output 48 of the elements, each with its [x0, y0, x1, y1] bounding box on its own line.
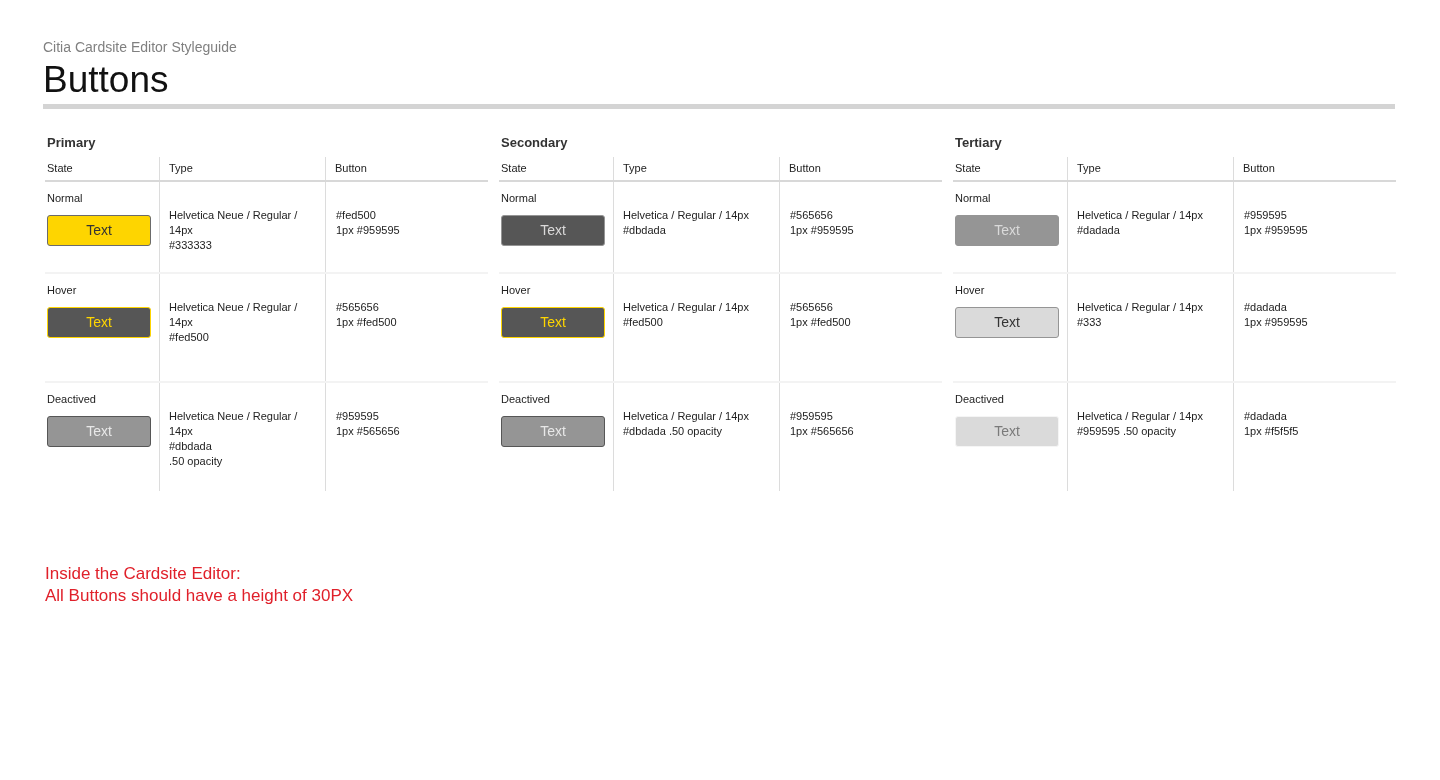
state-label: Deactived — [47, 392, 96, 407]
type-spec: Helvetica / Regular / 14px #dbdada — [623, 208, 750, 238]
column-header: Type — [169, 161, 193, 177]
column-header: Button — [789, 161, 821, 177]
column-header: Button — [1243, 161, 1275, 177]
type-spec: Helvetica / Regular / 14px #333 — [1077, 300, 1204, 330]
type-spec: Helvetica / Regular / 14px #dadada — [1077, 208, 1204, 238]
button-spec: #565656 1px #fed500 — [790, 300, 851, 330]
state-label: Normal — [501, 191, 537, 206]
section-title: Primary — [46, 134, 96, 152]
button-spec: #959595 1px #959595 — [1244, 208, 1308, 238]
page-title: Buttons — [43, 58, 169, 102]
type-spec: Helvetica Neue / Regular / 14px #fed500 — [169, 300, 299, 345]
sample-button[interactable]: Text — [47, 214, 151, 246]
button-spec: #959595 1px #565656 — [336, 409, 400, 439]
state-label: Deactived — [501, 392, 550, 407]
page-subtitle: Citia Cardsite Editor Styleguide — [43, 38, 237, 57]
type-spec: Helvetica Neue / Regular / 14px #dbdada .50 opacity — [169, 409, 299, 469]
state-label: Deactived — [955, 392, 1004, 407]
type-spec: Helvetica / Regular / 14px #fed500 — [623, 300, 750, 330]
button-spec: #959595 1px #565656 — [790, 409, 854, 439]
column-header: Type — [1077, 161, 1101, 177]
sample-button[interactable]: Text — [501, 214, 605, 246]
state-label: Hover — [47, 283, 77, 298]
state-label: Hover — [501, 283, 531, 298]
button-spec: #fed500 1px #959595 — [336, 208, 400, 238]
note-text: Inside the Cardsite Editor: All Buttons should have a height of 30PX — [45, 563, 354, 607]
sample-button[interactable]: Text — [955, 306, 1059, 338]
column-header: State — [955, 161, 981, 177]
type-spec: Helvetica / Regular / 14px #959595 .50 opacity — [1077, 409, 1204, 439]
column-header: Button — [335, 161, 367, 177]
column-header: State — [501, 161, 527, 177]
column-header: Type — [623, 161, 647, 177]
sample-button[interactable]: Text — [47, 306, 151, 338]
sample-button[interactable]: Text — [955, 415, 1059, 447]
button-spec: #dadada 1px #f5f5f5 — [1244, 409, 1299, 439]
type-spec: Helvetica / Regular / 14px #dbdada .50 opacity — [623, 409, 750, 439]
section-title: Secondary — [500, 134, 568, 152]
state-label: Normal — [955, 191, 991, 206]
column-header: State — [47, 161, 73, 177]
state-label: Normal — [47, 191, 83, 206]
button-spec: #565656 1px #959595 — [790, 208, 854, 238]
sample-button[interactable]: Text — [501, 306, 605, 338]
button-spec: #dadada 1px #959595 — [1244, 300, 1308, 330]
button-spec: #565656 1px #fed500 — [336, 300, 397, 330]
type-spec: Helvetica Neue / Regular / 14px #333333 — [169, 208, 299, 253]
section-title: Tertiary — [954, 134, 1002, 152]
state-label: Hover — [955, 283, 985, 298]
